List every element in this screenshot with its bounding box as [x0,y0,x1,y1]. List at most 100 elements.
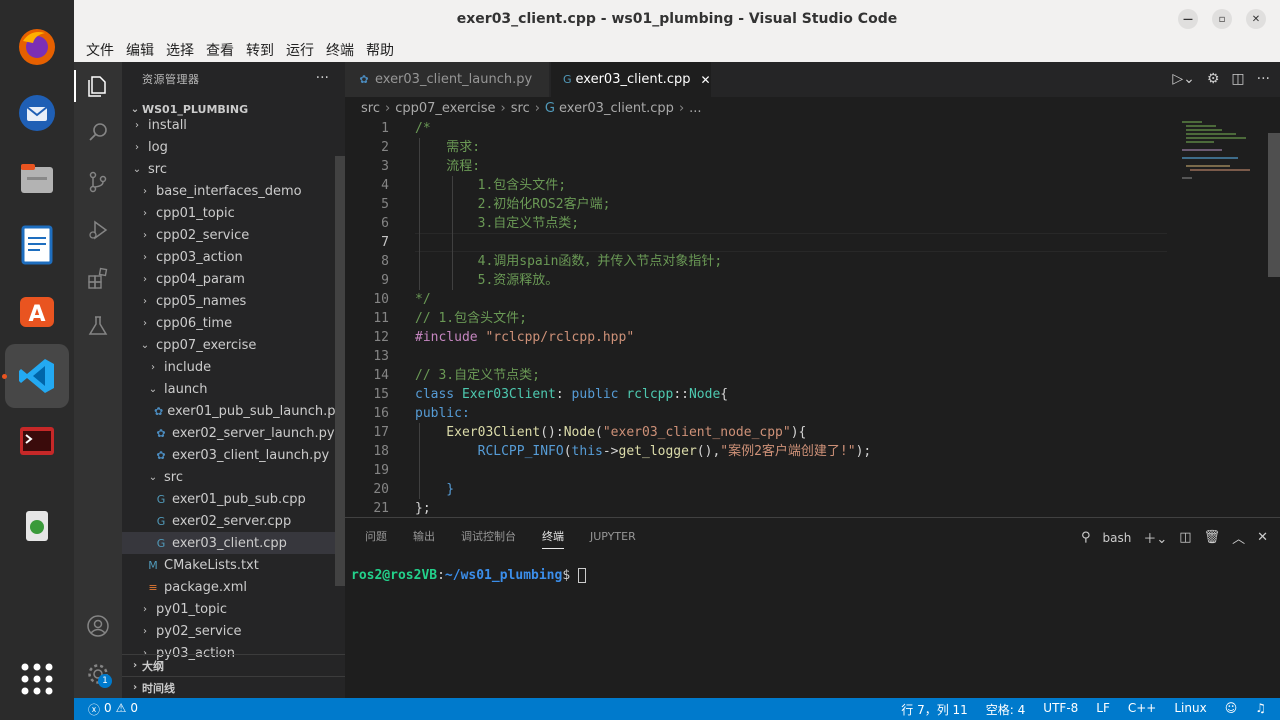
trash-icon[interactable] [14,502,60,548]
close-window-button[interactable]: ✕ [1246,9,1266,29]
settings-gear-icon[interactable]: ⚙ [1207,71,1220,87]
tree-item[interactable]: › base_interfaces_demo [122,180,335,202]
tab-jupyter[interactable]: JUPYTER [590,530,636,543]
menu-selection[interactable]: 选择 [160,40,200,60]
run-code-icon[interactable]: ▷⌄ [1172,71,1195,87]
tree-item[interactable]: › py02_service [122,620,335,642]
code-line-8: 4.调用spain函数，并传入节点对象指针; [415,254,723,269]
menu-run[interactable]: 运行 [280,40,320,60]
tree-item[interactable]: Gexer02_server.cpp [122,510,335,532]
minimize-button[interactable]: — [1178,9,1198,29]
vscode-icon[interactable] [14,353,60,399]
code-editor[interactable]: 1 2 3 4 5 6 7 8 9 10 11 12 13 14 15 16 17 18 19 20 21 /* 需求:… [345,119,1280,517]
split-editor-icon[interactable]: ◫ [1231,71,1244,87]
breadcrumb-item[interactable]: src [511,101,530,116]
tree-item[interactable]: › py01_topic [122,598,335,620]
tree-item[interactable]: › cpp02_service [122,224,335,246]
cursor-position[interactable]: 行 7，列 11 [901,701,968,718]
tree-item-label: py02_service [156,623,242,639]
tree-item-label: launch [164,381,208,397]
problems-status[interactable]: ⓧ 0 ⚠ 0 [88,701,138,718]
split-terminal-icon[interactable]: ◫ [1179,530,1191,545]
outline-section[interactable]: › 大纲 [122,654,345,676]
software-center-icon[interactable]: A [14,288,60,334]
chevron-right-icon: › [132,682,138,693]
testing-flask-icon[interactable] [84,312,112,340]
tree-item[interactable]: › install [122,114,335,136]
notifications-bell-icon[interactable]: ♫ [1255,701,1266,718]
firefox-icon[interactable] [14,24,60,70]
files-icon[interactable] [14,156,60,202]
tree-item[interactable]: ✿ exer02_server_launch.py [122,422,335,444]
line-number: 3 [381,159,389,174]
tree-item[interactable]: › cpp01_topic [122,202,335,224]
breadcrumb-item[interactable]: cpp07_exercise [395,101,495,116]
tree-item[interactable]: ≡ package.xml [122,576,335,598]
settings-gear-icon[interactable]: 1 [84,660,112,688]
run-debug-icon[interactable] [84,216,112,244]
tree-item[interactable]: › include [122,356,335,378]
menu-view[interactable]: 查看 [200,40,240,60]
tree-item[interactable]: Gexer03_client.cpp [122,532,335,554]
app-grid-icon[interactable] [14,656,60,702]
terminal-prompt[interactable]: ros2@ros2VB:~/ws01_plumbing$ [351,568,586,583]
maximize-button[interactable]: ▫ [1212,9,1232,29]
breadcrumb-item[interactable]: src [361,101,380,116]
explorer-icon[interactable] [84,72,112,100]
menu-go[interactable]: 转到 [240,40,280,60]
language-mode[interactable]: C++ [1128,701,1157,718]
source-control-icon[interactable] [84,168,112,196]
tree-item[interactable]: ⌄ src [122,466,335,488]
close-tab-icon[interactable]: ✕ [700,73,710,87]
feedback-icon[interactable]: ☺ [1225,701,1238,718]
tree-item[interactable]: ✿ exer03_client_launch.py [122,444,335,466]
code-line-20: } [415,482,455,497]
timeline-section[interactable]: › 时间线 [122,676,345,698]
thunderbird-icon[interactable] [14,90,60,136]
tree-item[interactable]: › cpp03_action [122,246,335,268]
terminal-shell-label[interactable]: bash [1103,531,1132,545]
tab-debug-console[interactable]: 调试控制台 [461,528,516,544]
tree-item[interactable]: ⌄ launch [122,378,335,400]
extensions-icon[interactable] [84,264,112,292]
search-icon[interactable] [84,118,112,146]
editor-scrollbar[interactable] [1268,133,1280,277]
more-actions-icon[interactable]: ··· [316,70,329,86]
tab-terminal[interactable]: 终端 [542,528,564,549]
tab-exer03-client-cpp[interactable]: G exer03_client.cpp ✕ [551,62,711,97]
tree-item[interactable]: ✿ exer01_pub_sub_launch.py [122,400,343,422]
new-terminal-icon[interactable]: ＋⌄ [1143,528,1167,547]
minimap[interactable] [1178,119,1268,189]
breadcrumb-item[interactable]: exer03_client.cpp [559,101,674,116]
tab-exer03-client-launch[interactable]: ✿ exer03_client_launch.py [345,62,549,97]
end-of-line[interactable]: LF [1096,701,1110,718]
terminal-app-icon[interactable] [14,418,60,464]
menu-file[interactable]: 文件 [80,40,120,60]
sidebar-scrollbar[interactable] [335,156,345,586]
kill-terminal-icon[interactable]: 🗑 [1204,530,1221,545]
platform[interactable]: Linux [1174,701,1206,718]
close-panel-icon[interactable]: ✕ [1257,530,1268,545]
account-icon[interactable] [84,612,112,640]
tree-item[interactable]: › cpp04_param [122,268,335,290]
tree-item[interactable]: › cpp06_time [122,312,335,334]
line-number: 13 [373,349,389,364]
tab-problems[interactable]: 问题 [365,528,387,544]
tab-output[interactable]: 输出 [413,528,435,544]
encoding[interactable]: UTF-8 [1043,701,1078,718]
tree-item[interactable]: ⌄ src [122,158,335,180]
menu-terminal[interactable]: 终端 [320,40,360,60]
tree-item[interactable]: Gexer01_pub_sub.cpp [122,488,335,510]
breadcrumb-item[interactable]: ... [689,101,701,116]
writer-icon[interactable] [14,222,60,268]
more-actions-icon[interactable]: ··· [1257,71,1270,87]
code-line-10: */ [415,292,431,307]
indentation[interactable]: 空格: 4 [986,701,1026,718]
menu-edit[interactable]: 编辑 [120,40,160,60]
tree-item[interactable]: › cpp05_names [122,290,335,312]
tree-item[interactable]: M CMakeLists.txt [122,554,335,576]
tree-item[interactable]: › log [122,136,335,158]
maximize-panel-icon[interactable]: ︿ [1232,528,1245,547]
menu-help[interactable]: 帮助 [360,40,400,60]
tree-item[interactable]: ⌄ cpp07_exercise [122,334,335,356]
